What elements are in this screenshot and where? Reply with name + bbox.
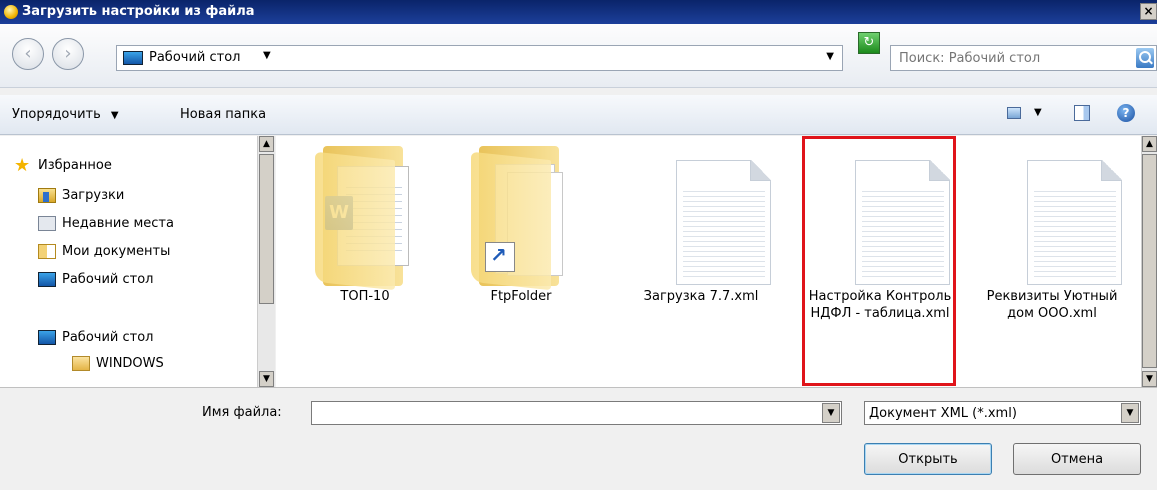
search-input[interactable] — [891, 46, 1135, 70]
recent-places-icon — [38, 216, 56, 231]
scroll-down-button[interactable]: ▼ — [259, 371, 274, 387]
new-folder-button[interactable]: Новая папка — [180, 107, 266, 122]
search-box[interactable] — [890, 45, 1157, 71]
back-button[interactable]: ‹ — [12, 38, 44, 70]
scroll-up-button[interactable]: ▲ — [1142, 136, 1157, 152]
file-item-zagruzka[interactable]: Загрузка 7.7.xml — [626, 136, 776, 387]
file-item-rekvizity[interactable]: Реквизиты Уютный дом ООО.xml — [977, 136, 1127, 387]
desktop-icon — [123, 51, 143, 65]
toolbar: Упорядочить ▼ Новая папка ▼ ? — [0, 95, 1157, 135]
xml-file-icon — [651, 146, 771, 286]
navigation-bar: ‹ › Рабочий стол ▼ ▼ ↻ — [0, 24, 1157, 88]
sidebar-item-label: Загрузки — [62, 188, 125, 203]
desktop-icon — [38, 272, 56, 287]
folder-icon — [72, 356, 90, 371]
preview-pane-icon[interactable] — [1074, 105, 1090, 121]
address-text[interactable]: Рабочий стол — [149, 50, 240, 65]
documents-icon — [38, 244, 56, 259]
chevron-down-icon[interactable]: ▼ — [822, 403, 840, 423]
file-name: Настройка Контроль НДФЛ - таблица.xml — [808, 289, 952, 321]
filename-label: Имя файла: — [202, 405, 282, 420]
desktop-icon — [38, 330, 56, 345]
forward-button[interactable]: › — [52, 38, 84, 70]
chevron-down-icon: ▼ — [110, 110, 119, 121]
navigation-pane: ★ Избранное Загрузки Недавние места Мои … — [0, 136, 275, 387]
xml-file-icon — [830, 146, 950, 286]
filetype-value: Документ XML (*.xml) — [869, 406, 1017, 421]
cancel-button[interactable]: Отмена — [1013, 443, 1141, 475]
file-list: W ТОП-10 FtpFolder Загрузка 7.7.xml Наст… — [276, 136, 1142, 387]
chevron-down-icon[interactable]: ▼ — [1121, 403, 1139, 423]
sidebar-item-label: Избранное — [38, 158, 112, 173]
file-name: Реквизиты Уютный дом ООО.xml — [986, 289, 1118, 321]
scroll-up-button[interactable]: ▲ — [259, 136, 274, 152]
file-name: FtpFolder — [490, 289, 552, 304]
star-icon: ★ — [14, 155, 31, 176]
sidebar-item-label: Рабочий стол — [62, 272, 154, 287]
file-name: Загрузка 7.7.xml — [643, 289, 759, 304]
filename-field[interactable] — [312, 402, 822, 424]
file-list-scrollbar[interactable]: ▲ ▼ — [1141, 136, 1157, 387]
title-bar: Загрузить настройки из файла × — [0, 0, 1157, 24]
scroll-down-button[interactable]: ▼ — [1142, 371, 1157, 387]
bottom-bar: Имя файла: ▼ Документ XML (*.xml) ▼ Откр… — [0, 387, 1157, 490]
sidebar-item-label: Недавние места — [62, 216, 174, 231]
scroll-thumb[interactable] — [259, 154, 274, 304]
address-dropdown-icon[interactable]: ▼ — [826, 51, 834, 62]
address-bar[interactable]: Рабочий стол ▼ ▼ — [116, 45, 843, 71]
organize-button[interactable]: Упорядочить ▼ — [12, 107, 119, 122]
organize-label: Упорядочить — [12, 107, 101, 122]
views-icon[interactable] — [1007, 107, 1021, 119]
xml-file-icon — [1002, 146, 1122, 286]
window-title: Загрузить настройки из файла — [22, 4, 255, 19]
views-dropdown-icon[interactable]: ▼ — [1034, 107, 1042, 118]
refresh-button[interactable]: ↻ — [858, 32, 880, 54]
sidebar-item-label: WINDOWS — [96, 356, 164, 371]
file-item-ndfl[interactable]: Настройка Контроль НДФЛ - таблица.xml — [805, 136, 955, 387]
scroll-thumb[interactable] — [1142, 154, 1157, 368]
navigation-pane-scrollbar[interactable]: ▲ ▼ — [257, 136, 275, 387]
downloads-icon — [38, 188, 56, 203]
open-button[interactable]: Открыть — [864, 443, 992, 475]
filename-combobox[interactable]: ▼ — [311, 401, 842, 425]
app-icon — [4, 5, 18, 19]
help-icon[interactable]: ? — [1117, 104, 1135, 122]
sidebar-item-label: Рабочий стол — [62, 330, 154, 345]
shortcut-arrow-icon — [485, 242, 515, 272]
search-icon[interactable] — [1136, 48, 1154, 68]
folder-icon: W — [315, 146, 415, 291]
address-chevron-icon[interactable]: ▼ — [263, 50, 271, 61]
file-name: ТОП-10 — [340, 289, 390, 304]
sidebar-item-label: Мои документы — [62, 244, 171, 259]
close-button[interactable]: × — [1140, 3, 1157, 20]
folder-shortcut-icon — [471, 146, 571, 291]
file-item-ftpfolder[interactable]: FtpFolder — [446, 136, 596, 387]
file-item-top10[interactable]: W ТОП-10 — [290, 136, 440, 387]
filetype-select[interactable]: Документ XML (*.xml) ▼ — [864, 401, 1141, 425]
